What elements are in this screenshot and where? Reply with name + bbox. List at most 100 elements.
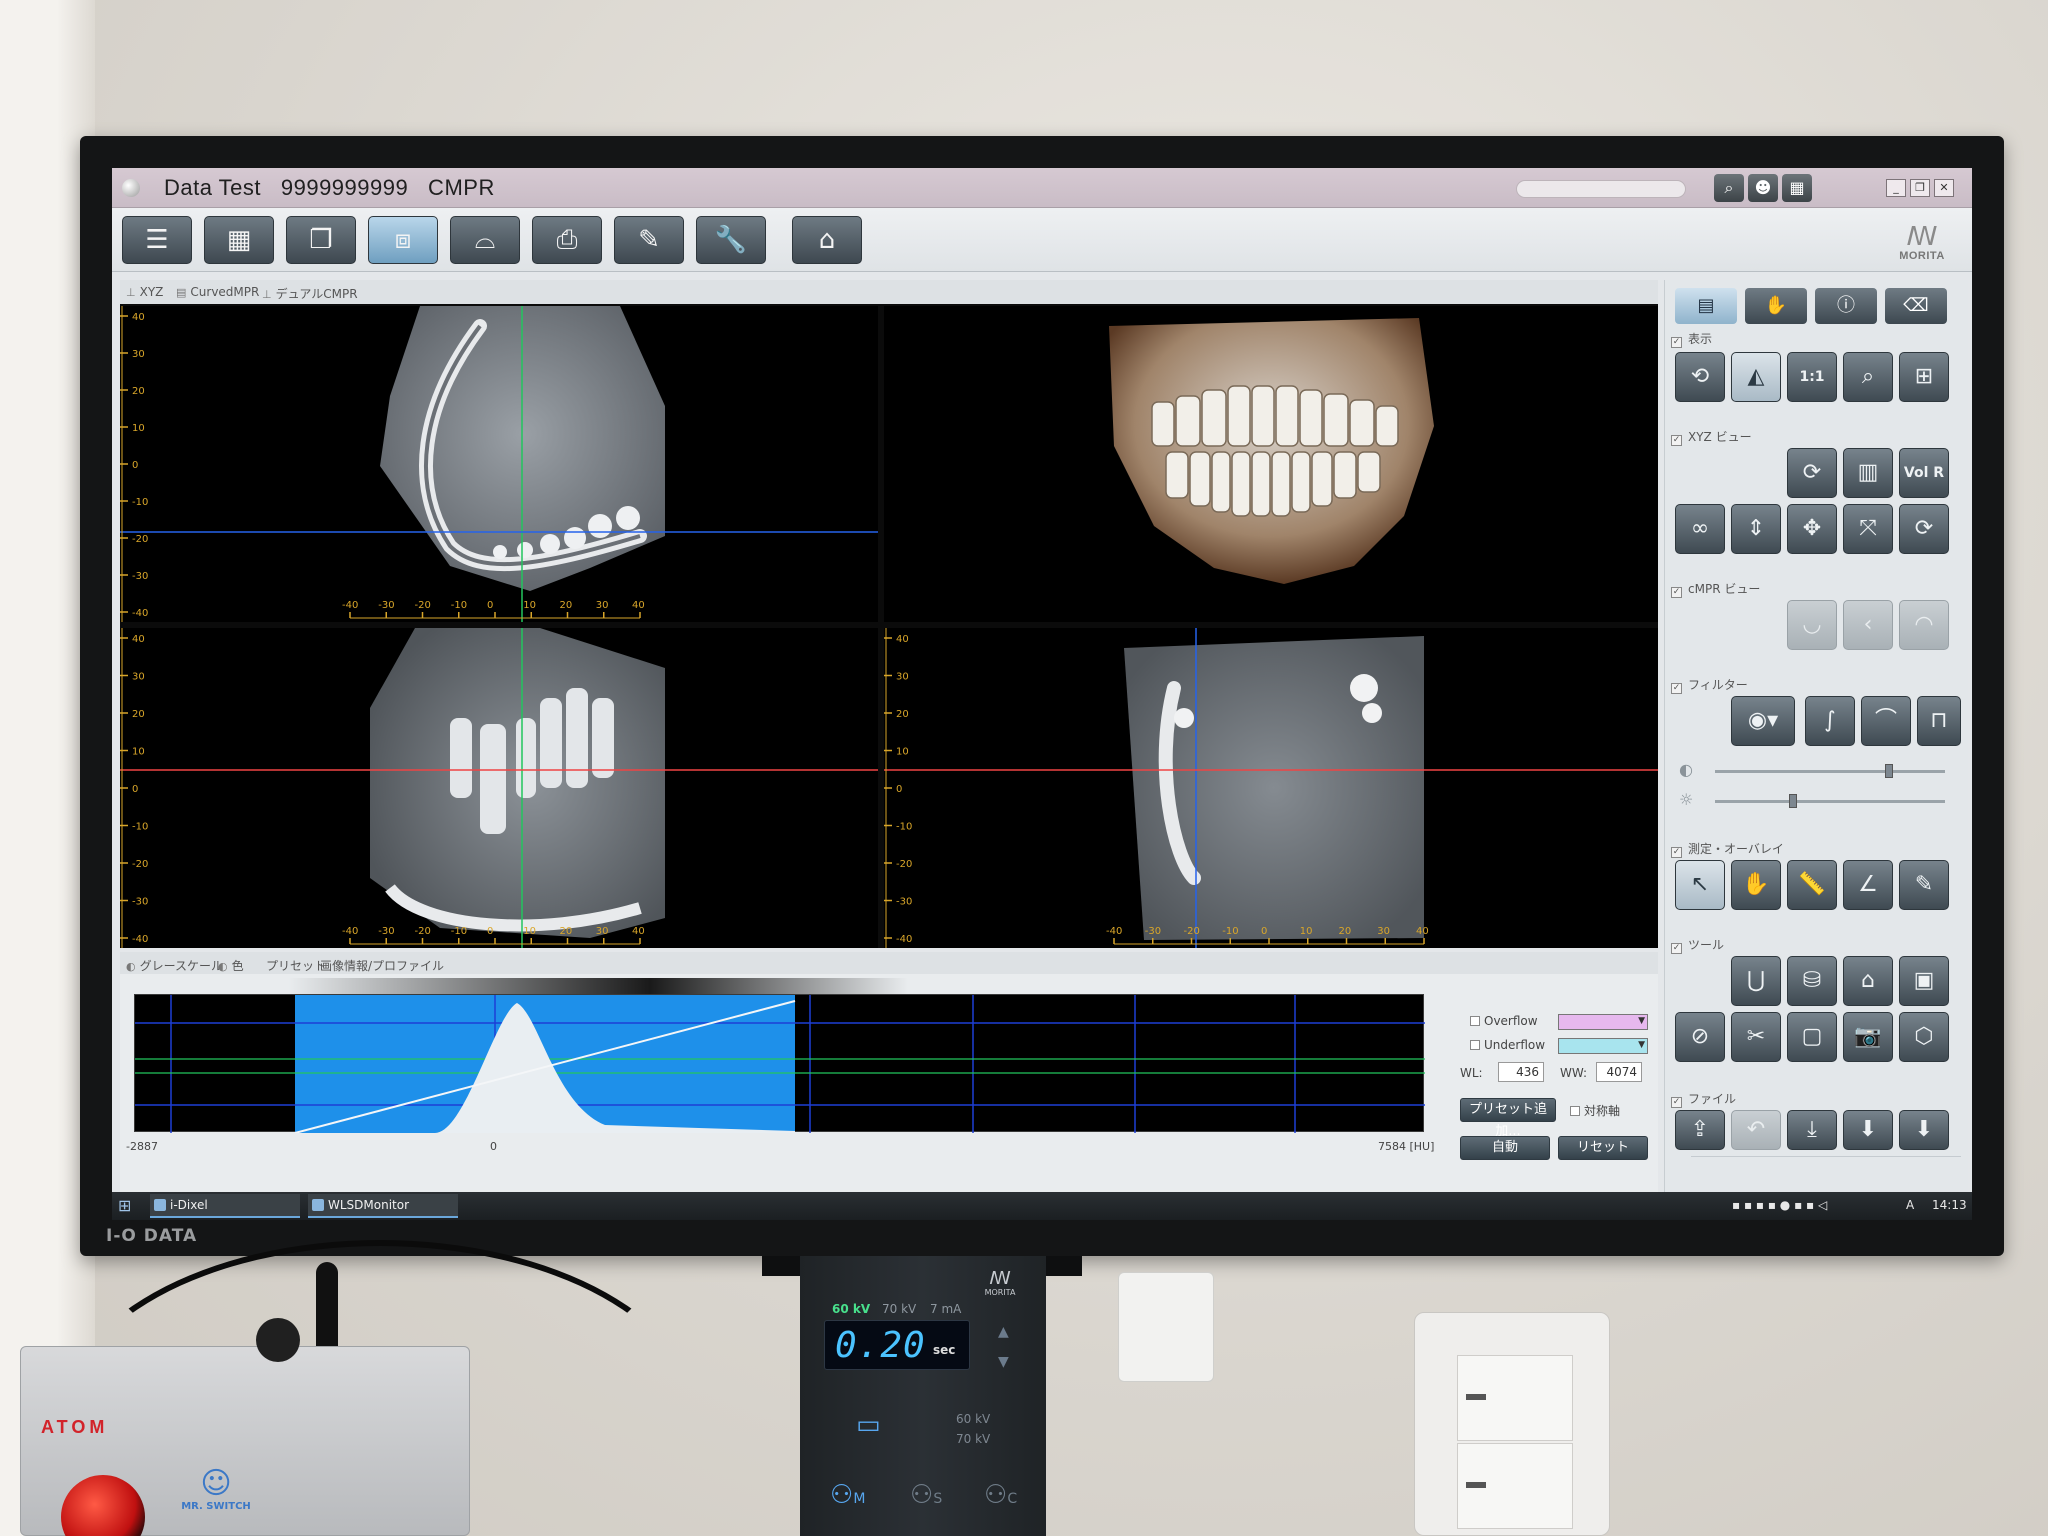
list-button[interactable]: ☰: [122, 216, 192, 264]
canal-trace-icon[interactable]: ⋃: [1731, 956, 1781, 1006]
panoramic-button[interactable]: ⌓: [450, 216, 520, 264]
vol-r-button[interactable]: Vol R: [1899, 448, 1949, 498]
collapse-icon[interactable]: ✓: [1671, 847, 1682, 858]
collapse-icon[interactable]: ✓: [1671, 683, 1682, 694]
tab-preset[interactable]: プリセット: [266, 957, 326, 974]
filter-curve-2-icon[interactable]: ⌒: [1861, 696, 1911, 746]
tab-dual-cmpr[interactable]: ⊥ デュアルCMPR: [262, 285, 358, 302]
vertical-move-icon[interactable]: ⇕: [1731, 504, 1781, 554]
monitor-icon[interactable]: ▭: [856, 1410, 881, 1440]
close-button[interactable]: ✕: [1934, 179, 1954, 197]
tab-xyz[interactable]: ⊥ XYZ: [126, 285, 163, 299]
task-wlsdmonitor[interactable]: WLSDMonitor: [308, 1194, 458, 1218]
ime-indicator[interactable]: A: [1906, 1198, 1914, 1212]
increase-arrow-icon[interactable]: ▲: [998, 1324, 1009, 1340]
restore-button[interactable]: ❐: [1910, 179, 1930, 197]
sagittal-view[interactable]: 40 30 20 10 0 -10 -20 -30 -40 -40 -30 -20 -10 0 10 20 3…: [120, 628, 878, 948]
histogram[interactable]: [134, 994, 1425, 1133]
zoom-icon[interactable]: ⌕: [1843, 352, 1893, 402]
stack-button[interactable]: ❐: [286, 216, 356, 264]
patient-mode-c-icon[interactable]: ⚇C: [984, 1480, 1017, 1510]
task-i-dixel[interactable]: i-Dixel: [150, 1194, 300, 1218]
snapshot-icon[interactable]: ▣: [1899, 956, 1949, 1006]
import-icon[interactable]: ⬇: [1899, 1110, 1949, 1150]
region-icon[interactable]: ⬡: [1899, 1012, 1949, 1062]
filter-select-icon[interactable]: ◉▾: [1731, 696, 1795, 746]
collapse-icon[interactable]: ✓: [1671, 587, 1682, 598]
download-icon[interactable]: ⬇: [1843, 1110, 1893, 1150]
tray-icons[interactable]: ▪ ▪ ▪ ▪ ● ▪ ▪ ◁: [1732, 1198, 1827, 1212]
windows-start-icon[interactable]: ⊞: [118, 1196, 138, 1216]
checkbox-box[interactable]: [1470, 1016, 1480, 1026]
contrast-slider[interactable]: [1715, 764, 1945, 778]
camera-icon[interactable]: 📷: [1843, 1012, 1893, 1062]
home-button[interactable]: ⌂: [792, 216, 862, 264]
underflow-checkbox[interactable]: Underflow: [1470, 1038, 1545, 1052]
auto-button[interactable]: 自動: [1460, 1136, 1550, 1160]
curve-left-icon[interactable]: ◡: [1787, 600, 1837, 650]
eraser-tab-icon[interactable]: ⌫: [1885, 288, 1947, 324]
filter-curve-1-icon[interactable]: ∫: [1805, 696, 1855, 746]
minimize-button[interactable]: _: [1886, 179, 1906, 197]
link-icon[interactable]: ∞: [1675, 504, 1725, 554]
user-lock-icon[interactable]: ☻: [1748, 174, 1778, 202]
checkbox-box[interactable]: [1570, 1106, 1580, 1116]
print-button[interactable]: ⎙: [532, 216, 602, 264]
symmetric-checkbox[interactable]: 対称軸: [1570, 1102, 1620, 1119]
tab-color[interactable]: ◐ 色: [218, 957, 244, 974]
tab-image-info[interactable]: 画像情報/プロファイル: [320, 957, 444, 974]
red-push-button[interactable]: [61, 1475, 145, 1536]
collapse-icon[interactable]: ✓: [1671, 435, 1682, 446]
wl-input[interactable]: 436: [1498, 1062, 1544, 1082]
image-adjust-icon[interactable]: ◭: [1731, 352, 1781, 402]
ruler-icon[interactable]: 📏: [1787, 860, 1837, 910]
tab-grayscale[interactable]: ◐ グレースケール: [126, 957, 223, 974]
search-input[interactable]: [1516, 180, 1686, 198]
ww-input[interactable]: 4074: [1596, 1062, 1642, 1082]
tube-icon[interactable]: ⊘: [1675, 1012, 1725, 1062]
annotate-icon[interactable]: ✎: [1899, 860, 1949, 910]
slice-icon[interactable]: ▥: [1843, 448, 1893, 498]
rotate-3d-icon[interactable]: ⟳: [1899, 504, 1949, 554]
decrease-arrow-icon[interactable]: ▼: [998, 1354, 1009, 1370]
crown-icon[interactable]: ⌂: [1843, 956, 1893, 1006]
coronal-view[interactable]: 40 30 20 10 0 -10 -20 -30 -40 -40 -30 -20 -10 0 10 20 3…: [884, 628, 1658, 948]
display-tab-icon[interactable]: ▤: [1675, 288, 1737, 324]
search-icon[interactable]: ⌕: [1714, 174, 1744, 202]
tools-button[interactable]: 🔧: [696, 216, 766, 264]
kv-70[interactable]: 70 kV: [882, 1302, 916, 1316]
pointer-icon[interactable]: ↖: [1675, 860, 1725, 910]
patient-mode-s-icon[interactable]: ⚇S: [910, 1480, 942, 1510]
reorient-icon[interactable]: ⟳: [1787, 448, 1837, 498]
pan-hand-icon[interactable]: ✋: [1731, 860, 1781, 910]
grid-view-icon[interactable]: ▦: [1782, 174, 1812, 202]
thumbnails-button[interactable]: ▦: [204, 216, 274, 264]
report-button[interactable]: ✎: [614, 216, 684, 264]
box-crop-icon[interactable]: ▢: [1787, 1012, 1837, 1062]
cut-icon[interactable]: ✂: [1731, 1012, 1781, 1062]
tilt-icon[interactable]: ⤧: [1843, 504, 1893, 554]
kv-60[interactable]: 60 kV: [832, 1302, 870, 1316]
filter-curve-3-icon[interactable]: ⊓: [1917, 696, 1961, 746]
tab-curved-mpr[interactable]: ▤ CurvedMPR: [176, 285, 259, 299]
collapse-icon[interactable]: ✓: [1671, 337, 1682, 348]
curve-right-icon[interactable]: ◠: [1899, 600, 1949, 650]
add-preset-button[interactable]: プリセット追加...: [1460, 1098, 1556, 1139]
rotate-view-icon[interactable]: ⟲: [1675, 352, 1725, 402]
collapse-icon[interactable]: ✓: [1671, 943, 1682, 954]
slider-knob[interactable]: [1789, 794, 1797, 808]
cross-move-icon[interactable]: ✥: [1787, 504, 1837, 554]
slider-knob[interactable]: [1885, 764, 1893, 778]
angle-icon[interactable]: ∠: [1843, 860, 1893, 910]
reset-button[interactable]: リセット: [1558, 1136, 1648, 1160]
overflow-checkbox[interactable]: Overflow: [1470, 1014, 1538, 1028]
3d-view-button[interactable]: ⧈: [368, 216, 438, 264]
add-view-icon[interactable]: ⊞: [1899, 352, 1949, 402]
volume-render-view[interactable]: [884, 306, 1658, 622]
hand-tab-icon[interactable]: ✋: [1745, 288, 1807, 324]
save-icon[interactable]: ⤓: [1787, 1110, 1837, 1150]
dicom-export-icon[interactable]: ⇪: [1675, 1110, 1725, 1150]
scrollbar-track[interactable]: [1691, 1156, 1961, 1157]
patient-mode-m-icon[interactable]: ⚇M: [830, 1480, 865, 1510]
implant-icon[interactable]: ⛁: [1787, 956, 1837, 1006]
